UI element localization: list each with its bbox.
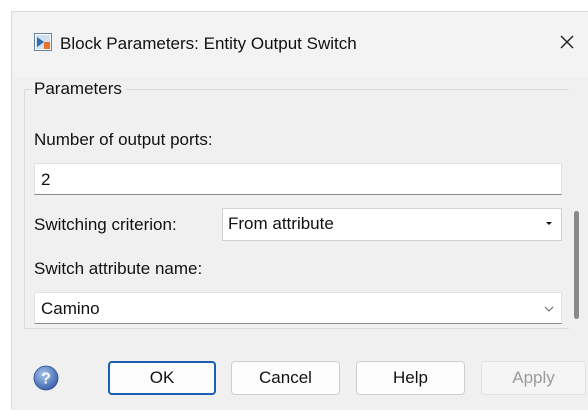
dropdown-arrow-icon <box>546 222 552 225</box>
ok-button[interactable]: OK <box>108 361 216 395</box>
help-question-icon[interactable]: ? <box>33 365 59 391</box>
switch-attribute-name-combo[interactable]: Camino <box>34 292 562 324</box>
num-output-ports-input[interactable]: 2 <box>34 163 562 195</box>
parameters-panel: Parameters Number of output ports: 2 Swi… <box>24 78 569 338</box>
block-parameters-dialog: Block Parameters: Entity Output Switch P… <box>11 11 588 410</box>
switching-criterion-label: Switching criterion: <box>34 215 177 234</box>
title-bar: Block Parameters: Entity Output Switch <box>12 12 588 78</box>
parameters-group-label: Parameters <box>32 78 126 100</box>
cancel-button[interactable]: Cancel <box>231 361 340 395</box>
switching-criterion-value: From attribute <box>228 214 334 233</box>
num-output-ports-label: Number of output ports: <box>34 130 213 149</box>
svg-text:?: ? <box>41 371 51 388</box>
switching-criterion-select[interactable]: From attribute <box>222 208 562 241</box>
switch-attribute-name-value: Camino <box>41 299 100 318</box>
help-button[interactable]: Help <box>356 361 465 395</box>
window-title: Block Parameters: Entity Output Switch <box>60 34 357 53</box>
matlab-block-icon <box>34 33 52 51</box>
close-icon[interactable] <box>552 27 582 57</box>
chevron-down-icon <box>544 306 554 312</box>
switch-attribute-name-label: Switch attribute name: <box>34 259 203 278</box>
apply-button[interactable]: Apply <box>481 361 586 395</box>
dialog-footer: ? OK Cancel Help Apply <box>12 339 588 410</box>
vertical-scrollbar-thumb[interactable] <box>574 211 579 319</box>
